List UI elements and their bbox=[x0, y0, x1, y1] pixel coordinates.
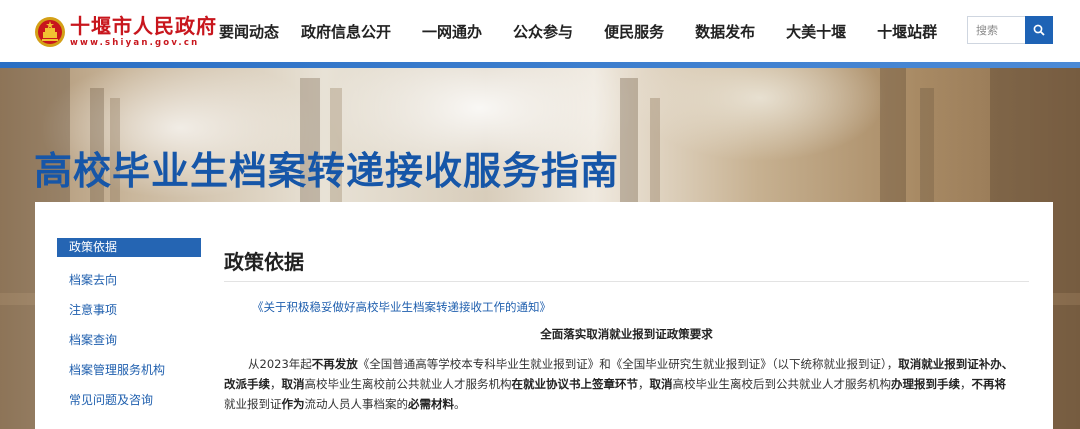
para-bold: 取消 bbox=[281, 377, 305, 391]
site-logo[interactable]: 十堰市人民政府 www.shiyan.gov.cn bbox=[34, 10, 217, 54]
para-text: ， bbox=[638, 377, 650, 391]
para-text: 《全国普通高等学校本专科毕业生就业报到证》和《全国毕业研究生就业报到证》（以下统… bbox=[357, 357, 899, 371]
para-text: 从2023年起 bbox=[248, 357, 312, 371]
nav-item-shiyan[interactable]: 大美十堰 bbox=[786, 21, 846, 42]
policy-document-link[interactable]: 《关于积极稳妥做好高校毕业生档案转递接收工作的通知》 bbox=[252, 299, 1029, 315]
para-bold: 必需材料 bbox=[408, 397, 454, 411]
sidebar-item-notes[interactable]: 注意事项 bbox=[57, 298, 201, 328]
para-text: ， bbox=[960, 377, 972, 391]
para-bold: 办理报到手续 bbox=[891, 377, 960, 391]
para-text: 高校毕业生离校后到公共就业人才服务机构 bbox=[672, 377, 892, 391]
para-bold: 不再将 bbox=[971, 377, 1007, 391]
sidebar-item-agencies[interactable]: 档案管理服务机构 bbox=[57, 358, 201, 388]
para-text: 流动人员人事档案的 bbox=[304, 397, 409, 411]
para-text: 就业报到证 bbox=[224, 397, 282, 411]
main-nav: 要闻动态 政府信息公开 一网通办 公众参与 便民服务 数据发布 大美十堰 十堰站… bbox=[205, 0, 937, 62]
search-icon bbox=[1033, 24, 1045, 36]
para-bold: 取消 bbox=[649, 377, 673, 391]
logo-title: 十堰市人民政府 bbox=[70, 14, 217, 38]
sidebar: 政策依据 档案去向 注意事项 档案查询 档案管理服务机构 常见问题及咨询 bbox=[57, 238, 201, 418]
para-bold: 作为 bbox=[281, 397, 305, 411]
site-header: 十堰市人民政府 www.shiyan.gov.cn 要闻动态 政府信息公开 一网… bbox=[0, 0, 1080, 62]
sidebar-item-query[interactable]: 档案查询 bbox=[57, 328, 201, 358]
nav-item-participation[interactable]: 公众参与 bbox=[513, 21, 573, 42]
section-title: 政策依据 bbox=[224, 238, 1029, 282]
nav-item-news[interactable]: 要闻动态 bbox=[219, 21, 279, 42]
page-title: 高校毕业生档案转递接收服务指南 bbox=[34, 149, 620, 193]
nav-item-info-disclosure[interactable]: 政府信息公开 bbox=[301, 21, 391, 42]
para-bold: 在就业协议书上签章环节 bbox=[511, 377, 639, 391]
section-subtitle: 全面落实取消就业报到证政策要求 bbox=[540, 327, 713, 341]
nav-item-sites[interactable]: 十堰站群 bbox=[877, 21, 937, 42]
search-input[interactable] bbox=[967, 16, 1025, 44]
para-text: 高校毕业生离校前公共就业人才服务机构 bbox=[304, 377, 512, 391]
search-box bbox=[967, 16, 1053, 44]
search-button[interactable] bbox=[1025, 16, 1053, 44]
national-emblem-icon bbox=[35, 17, 65, 47]
para-text: ， bbox=[270, 377, 282, 391]
sidebar-item-destination[interactable]: 档案去向 bbox=[57, 268, 201, 298]
sidebar-item-policy[interactable]: 政策依据 bbox=[57, 238, 201, 257]
nav-item-one-stop[interactable]: 一网通办 bbox=[422, 21, 482, 42]
logo-url: www.shiyan.gov.cn bbox=[70, 38, 200, 48]
content-panel: 政策依据 档案去向 注意事项 档案查询 档案管理服务机构 常见问题及咨询 政策依… bbox=[35, 202, 1053, 429]
para-text: 。 bbox=[454, 397, 466, 411]
nav-item-data[interactable]: 数据发布 bbox=[695, 21, 755, 42]
nav-item-services[interactable]: 便民服务 bbox=[604, 21, 664, 42]
policy-paragraph: 从2023年起不再发放《全国普通高等学校本专科毕业生就业报到证》和《全国毕业研究… bbox=[224, 354, 1029, 414]
sidebar-item-faq[interactable]: 常见问题及咨询 bbox=[57, 388, 201, 418]
main-content: 政策依据 《关于积极稳妥做好高校毕业生档案转递接收工作的通知》 全面落实取消就业… bbox=[224, 238, 1029, 414]
para-bold: 不再发放 bbox=[311, 357, 358, 371]
